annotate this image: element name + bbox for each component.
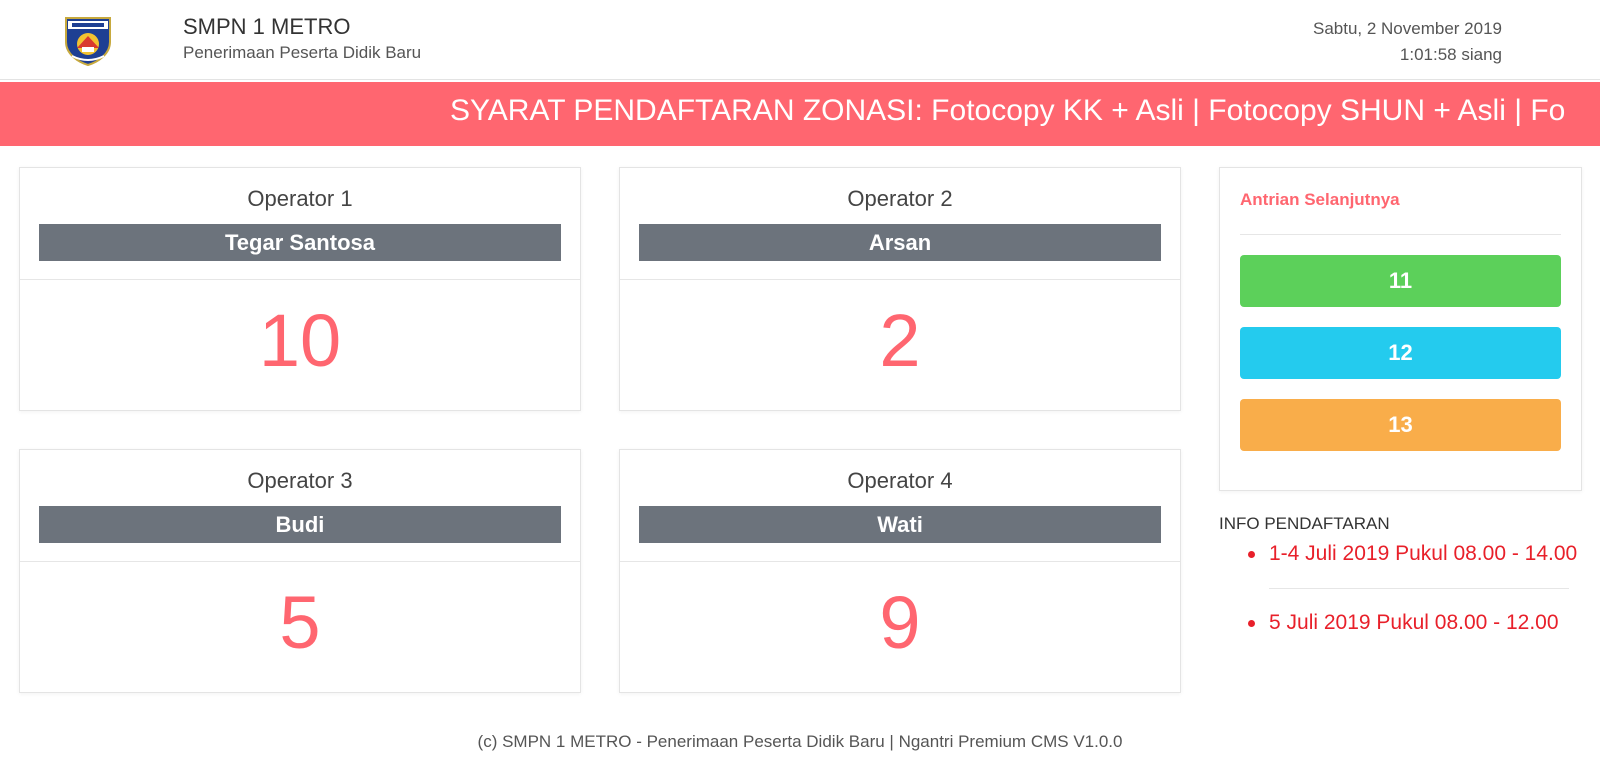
operator-queue-number: 2 [879,299,921,382]
divider [1269,588,1569,589]
operator-name: Budi [39,506,561,543]
operator-title: Operator 1 [247,186,353,211]
operator-name: Wati [639,506,1161,543]
operator-card-4: Operator 4 Wati 9 [619,449,1181,693]
school-name: SMPN 1 METRO [183,14,351,39]
bullet-icon [1248,620,1255,627]
operator-card-header: Operator 3 Budi [20,450,580,562]
footer-text: (c) SMPN 1 METRO - Penerimaan Peserta Di… [477,732,1123,751]
info-item-text: 5 Juli 2019 Pukul 08.00 - 12.00 [1269,611,1559,634]
operator-card-header: Operator 2 Arsan [620,168,1180,280]
app-subtitle: Penerimaan Peserta Didik Baru [183,43,422,62]
datetime-display: Sabtu, 2 November 2019 1:01:58 siang [1313,16,1502,68]
info-list: 1-4 Juli 2019 Pukul 08.00 - 14.00 5 Juli… [1248,538,1588,639]
current-date: Sabtu, 2 November 2019 [1312,19,1502,38]
operator-card-header: Operator 1 Tegar Santosa [20,168,580,280]
info-item-text: 1-4 Juli 2019 Pukul 08.00 - 14.00 [1269,542,1578,565]
next-queue-panel: Antrian Selanjutnya 11 12 13 [1219,167,1582,491]
next-queue-item-1[interactable]: 11 [1240,255,1561,307]
operator-queue-number: 9 [879,581,921,664]
operator-title: Operator 2 [847,186,953,211]
operator-queue-number: 5 [279,581,321,664]
operator-name: Arsan [639,224,1161,261]
divider [1240,234,1561,235]
current-time: 1:01:58 siang [1399,45,1502,64]
operator-card-2: Operator 2 Arsan 2 [619,167,1181,411]
next-queue-title: Antrian Selanjutnya [1240,190,1400,209]
operator-title: Operator 4 [847,468,953,493]
announcement-marquee: SYARAT PENDAFTARAN ZONASI: Fotocopy KK +… [0,82,1600,146]
info-item: 5 Juli 2019 Pukul 08.00 - 12.00 [1248,607,1588,639]
operator-name: Tegar Santosa [39,224,561,261]
operator-title: Operator 3 [247,468,353,493]
operator-card-3: Operator 3 Budi 5 [19,449,581,693]
top-header: SMPN 1 METRO Penerimaan Peserta Didik Ba… [0,0,1600,80]
school-shield-logo-icon [65,17,111,66]
marquee-text: SYARAT PENDAFTARAN ZONASI: Fotocopy KK +… [450,94,1566,127]
info-item: 1-4 Juli 2019 Pukul 08.00 - 14.00 [1248,538,1588,570]
operator-card-header: Operator 4 Wati [620,450,1180,562]
next-queue-item-3[interactable]: 13 [1240,399,1561,451]
operator-card-1: Operator 1 Tegar Santosa 10 [19,167,581,411]
info-title: INFO PENDAFTARAN [1219,514,1390,533]
operator-queue-number: 10 [258,299,342,382]
next-queue-item-2[interactable]: 12 [1240,327,1561,379]
bullet-icon [1248,551,1255,558]
